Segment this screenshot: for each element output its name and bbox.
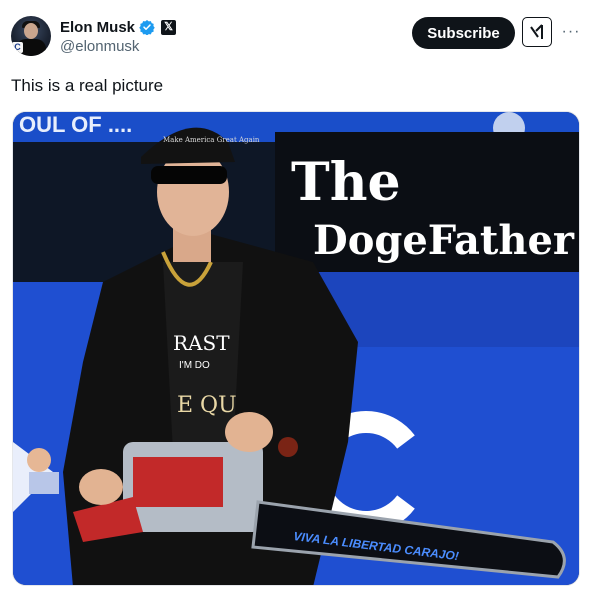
avatar-badge: C [12, 42, 23, 53]
more-options-icon[interactable]: ··· [558, 22, 584, 42]
shirt-text-2: I'M DO [179, 360, 210, 371]
left-hand [79, 469, 123, 505]
author-name-row: Elon Musk 𝕏 [60, 17, 177, 37]
background-sleeve [29, 472, 59, 494]
tweet-media-photo[interactable]: OUL OF .... The DogeFather RAST I'M DO E… [12, 111, 580, 586]
chainsaw-knob [278, 437, 298, 457]
sunglasses [151, 166, 227, 184]
author-handle[interactable]: @elonmusk [60, 38, 139, 55]
shirt-text-1: RAST [173, 331, 230, 355]
verified-badge-icon[interactable] [139, 19, 155, 35]
background-hand [27, 448, 51, 472]
author-avatar[interactable]: C [11, 16, 51, 56]
photo-illustration: OUL OF .... The DogeFather RAST I'M DO E… [13, 112, 579, 585]
grok-glyph-icon [530, 24, 543, 39]
grok-icon[interactable] [522, 17, 552, 47]
right-hand [225, 412, 273, 452]
x-affiliation-icon[interactable]: 𝕏 [161, 19, 177, 35]
shirt-text-3: E QU [177, 393, 237, 418]
banner-text: OUL OF .... [19, 112, 132, 137]
tweet-text: This is a real picture [11, 76, 164, 95]
cap-text: Make America Great Again [163, 136, 260, 144]
subscribe-button[interactable]: Subscribe [412, 17, 515, 49]
sign-line1: The [291, 152, 401, 213]
avatar-head [24, 23, 38, 39]
author-display-name[interactable]: Elon Musk [60, 19, 135, 36]
sign-line2: DogeFather [313, 217, 575, 264]
chainsaw-red-panel [133, 457, 223, 507]
